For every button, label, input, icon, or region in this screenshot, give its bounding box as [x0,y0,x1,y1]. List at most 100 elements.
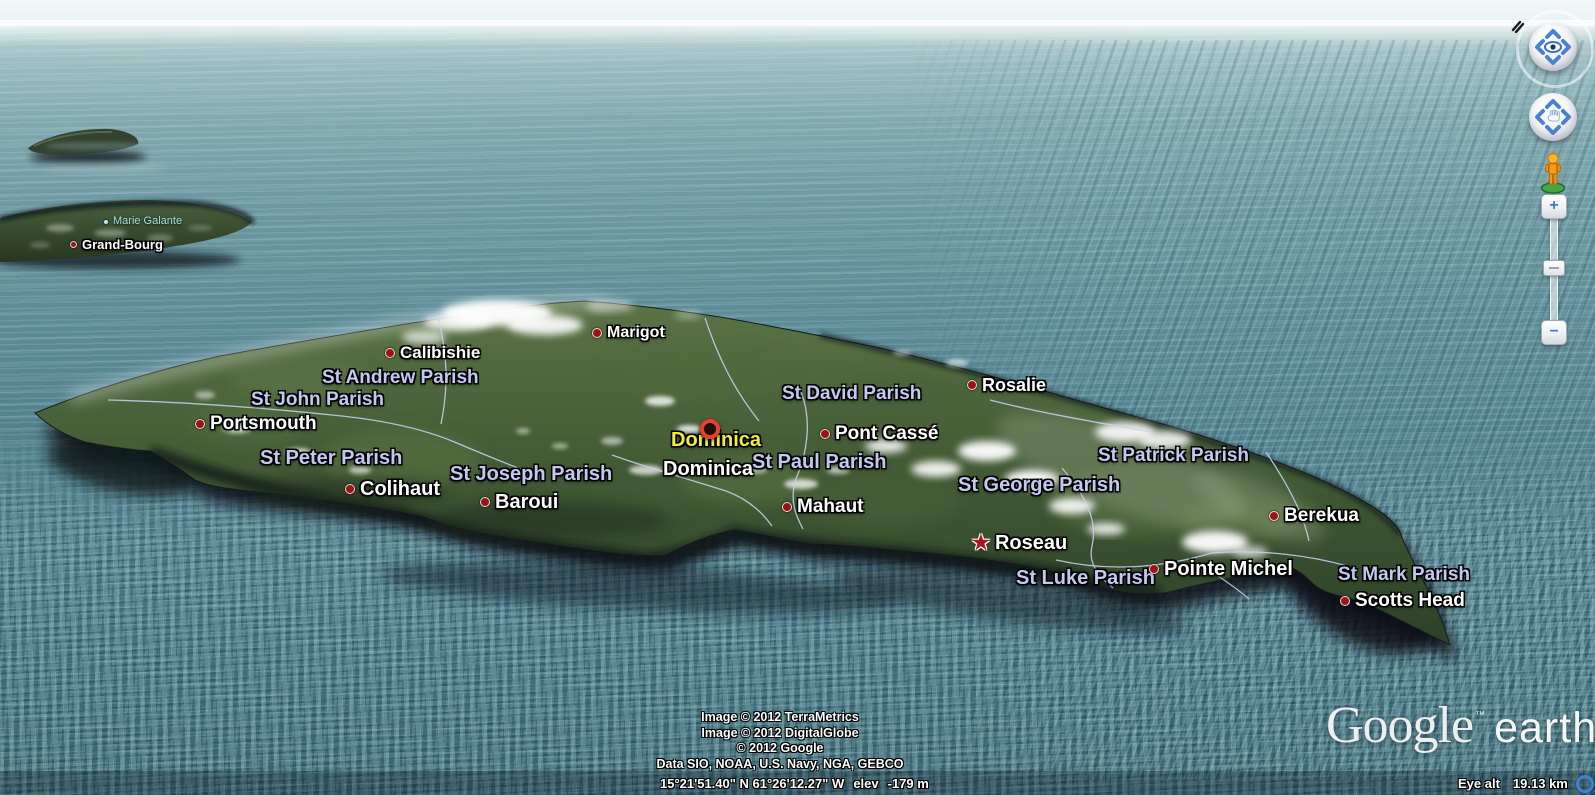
map-label-st-mark-parish[interactable]: St Mark Parish [1338,565,1470,584]
label-text: Marigot [607,325,665,341]
label-text: Portsmouth [210,414,317,433]
map-label-berekua[interactable]: Berekua [1269,506,1359,525]
elevation-value: -179 m [888,776,929,791]
label-text: Baroui [495,492,558,512]
look-left-arrow-icon [1537,41,1543,53]
country-marker-icon[interactable] [700,419,720,439]
label-text: Pointe Michel [1164,559,1293,579]
label-text: Rosalie [982,376,1046,394]
hand-icon [1548,110,1559,121]
zoom-slider[interactable]: + − [1536,194,1570,346]
town-dot-icon [385,348,395,358]
label-text: Mahaut [797,497,864,516]
town-dot-icon [1269,511,1279,521]
map-label-mahaut[interactable]: Mahaut [782,497,864,516]
label-text: St John Parish [251,390,384,409]
move-left-arrow-icon [1537,111,1543,123]
move-down-arrow-icon [1547,127,1559,133]
town-dot-icon [1149,564,1159,574]
map-label-pont-casse[interactable]: Pont Cassé [820,424,938,443]
google-earth-viewport[interactable]: Marie Galante Grand-Bourg Marigot Calibi… [0,0,1595,795]
map-label-st-paul-parish[interactable]: St Paul Parish [752,452,887,472]
streaming-progress-icon [1576,775,1594,793]
label-text: Dominica [663,459,753,479]
pegman-icon[interactable] [1540,150,1566,199]
attribution-line: © 2012 Google [480,741,1080,757]
coordinates-value: 15°21'51.40" N 61°26'12.27" W [660,776,844,791]
town-dot-icon [195,419,205,429]
label-text: St Paul Parish [752,452,887,472]
map-label-portsmouth[interactable]: Portsmouth [195,414,317,433]
map-label-st-joseph-parish[interactable]: St Joseph Parish [450,464,612,484]
look-right-arrow-icon [1563,41,1569,53]
move-right-arrow-icon [1563,111,1569,123]
elevation-label: elev [853,776,878,791]
eye-alt-label: Eye alt [1458,776,1500,791]
map-label-pointe-michel[interactable]: Pointe Michel [1149,559,1293,579]
town-dot-icon [967,380,977,390]
town-dot-icon [782,502,792,512]
zoom-out-button[interactable]: − [1541,320,1567,345]
map-label-st-luke-parish[interactable]: St Luke Parish [1016,568,1155,588]
coordinates-readout: 15°21'51.40" N 61°26'12.27" W elev -179 … [660,776,929,791]
town-dot-icon [1340,596,1350,606]
map-label-baroui[interactable]: Baroui [480,492,558,512]
zoom-slider-handle[interactable] [1543,260,1565,276]
map-label-st-andrew-parish[interactable]: St Andrew Parish [322,368,479,387]
map-label-rosalie[interactable]: Rosalie [967,376,1046,394]
map-label-grand-bourg[interactable]: Grand-Bourg [70,238,163,251]
logo-tm: ™ [1475,710,1485,721]
move-joystick[interactable] [1529,93,1577,141]
map-label-colihaut[interactable]: Colihaut [345,479,440,499]
town-dot-icon [480,497,490,507]
look-down-arrow-icon [1547,57,1559,63]
town-dot-icon [820,429,830,439]
google-earth-logo: Google ™ earth [1326,696,1595,755]
label-text: St George Parish [958,475,1120,495]
map-label-scotts-head[interactable]: Scotts Head [1340,591,1465,610]
status-bar: 15°21'51.40" N 61°26'12.27" W elev -179 … [0,775,1595,795]
label-text: Calibishie [400,344,480,361]
marie-galante-island[interactable] [0,200,253,269]
label-text: St Luke Parish [1016,568,1155,588]
label-text: St Joseph Parish [450,464,612,484]
map-label-st-david-parish[interactable]: St David Parish [782,384,921,403]
attribution-line: Image © 2012 DigitalGlobe [480,726,1080,742]
town-dot-icon [592,328,602,338]
town-dot-icon [70,241,77,248]
logo-google-text: Google [1326,696,1473,755]
map-label-st-george-parish[interactable]: St George Parish [958,475,1120,495]
logo-earth-text: earth [1494,704,1595,753]
town-dot-icon [345,484,355,494]
label-text: St Peter Parish [260,448,402,468]
eye-altitude-readout: Eye alt 19.13 km [1458,776,1568,791]
map-label-marie-galante[interactable]: Marie Galante [104,216,182,227]
map-label-dominica-region[interactable]: Dominica [663,459,753,479]
move-up-arrow-icon [1547,101,1559,107]
attribution: Image © 2012 TerraMetrics Image © 2012 D… [480,710,1080,772]
eye-alt-value: 19.13 km [1513,776,1568,791]
capital-star-icon: ★ [972,535,990,551]
label-text: St Mark Parish [1338,565,1470,584]
label-text: Scotts Head [1355,591,1465,610]
map-label-roseau[interactable]: ★ Roseau [972,533,1067,553]
map-label-st-john-parish[interactable]: St John Parish [251,390,384,409]
eye-icon [1545,42,1561,52]
label-text: Berekua [1284,506,1359,525]
label-text: Marie Galante [113,216,182,227]
look-joystick[interactable] [1529,23,1577,71]
label-text: Pont Cassé [835,424,938,443]
label-text: Roseau [995,533,1067,553]
small-island[interactable] [28,129,167,173]
look-up-arrow-icon [1547,31,1559,37]
label-text: Grand-Bourg [82,238,163,251]
attribution-line: Data SIO, NOAA, U.S. Navy, NGA, GEBCO [480,757,1080,773]
map-label-st-patrick-parish[interactable]: St Patrick Parish [1098,446,1249,465]
map-label-marigot[interactable]: Marigot [592,325,665,341]
dominica-island[interactable] [35,300,1463,682]
label-text: St Andrew Parish [322,368,479,387]
map-label-calibishie[interactable]: Calibishie [385,344,480,361]
map-label-st-peter-parish[interactable]: St Peter Parish [260,448,402,468]
zoom-in-button[interactable]: + [1541,194,1567,219]
label-text: Colihaut [360,479,440,499]
